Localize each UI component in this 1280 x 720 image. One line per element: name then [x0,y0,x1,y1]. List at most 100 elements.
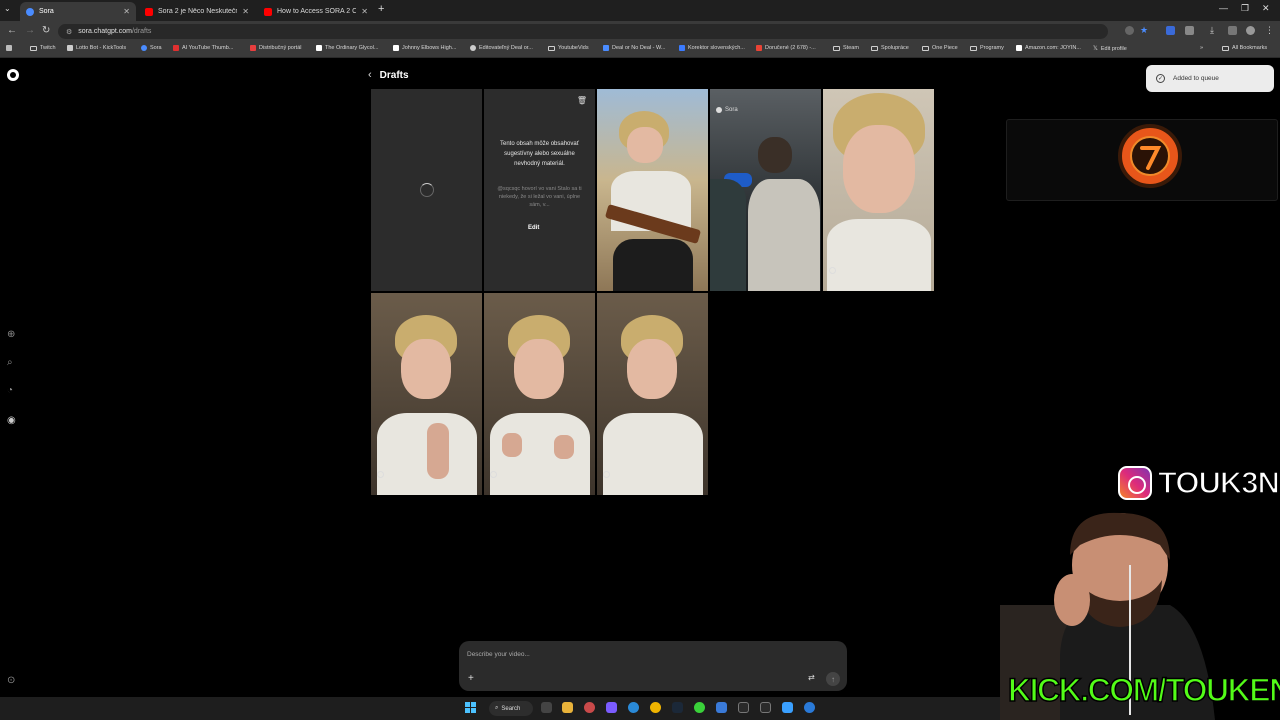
bookmark-twitch[interactable]: Twitch [30,45,56,51]
steam-icon[interactable] [672,702,683,713]
close-tab-icon[interactable]: ✕ [123,7,130,16]
profile-avatar-icon[interactable] [1246,26,1255,35]
check-icon [679,45,685,51]
check-circle-icon: ✓ [1156,74,1165,83]
sora-tab-icon [26,7,34,16]
create-icon[interactable]: ⊕ [7,329,15,340]
apps-grid-icon[interactable] [6,45,12,51]
app-icon[interactable] [738,702,749,713]
bookmark-ordinary[interactable]: The Ordinary Glycol... [316,45,379,51]
search-icon[interactable]: ⌕ [7,357,13,368]
portal-icon [250,45,256,51]
tab-search-icon[interactable]: ⌄ [4,4,11,13]
more-menu-icon[interactable]: ⋮ [1265,25,1274,36]
drafts-header: ‹ Drafts [368,69,409,81]
forward-icon[interactable]: → [25,25,35,36]
folder-icon [970,45,977,51]
folder-icon [871,45,878,51]
close-window-icon[interactable]: ✕ [1262,3,1270,14]
draft-tile-rifle[interactable] [597,89,708,291]
x-icon: 𝕏 [1093,46,1098,52]
bookmark-edit-profile[interactable]: 𝕏 Edit profile [1093,45,1127,53]
kick-url-overlay: KICK.COM/TOUKEN [1007,671,1280,709]
discord-icon[interactable] [606,702,617,713]
describe-video-input[interactable] [467,651,827,658]
instagram-icon [1118,466,1152,500]
bookmark-steam[interactable]: Steam [833,45,859,51]
bookmark-korektor[interactable]: Korektor slovenských... [679,45,745,51]
task-view-icon[interactable] [541,702,552,713]
new-tab-icon[interactable]: + [378,3,384,15]
eye-off-icon[interactable] [1125,26,1134,35]
send-icon[interactable]: ↑ [826,672,840,686]
draft-tile-talking[interactable] [597,293,708,495]
bookmark-deal-or-no-deal[interactable]: Deal or No Deal - W... [603,45,666,51]
bookmark-distribucny[interactable]: Distribučný portál [250,45,302,51]
doc-icon [603,45,609,51]
minimize-icon[interactable]: — [1219,3,1228,13]
bookmark-star-icon[interactable]: ★ [1140,25,1148,36]
folder-icon [548,45,555,51]
trash-icon[interactable]: 🗑 [577,96,587,105]
extensions-puzzle-icon[interactable] [1185,26,1194,35]
bookmark-deal-editable[interactable]: Editovateľný Deal or... [470,45,533,51]
chrome-icon[interactable] [650,702,661,713]
extension-icon[interactable] [1166,26,1175,35]
sora-logo-icon[interactable] [7,69,19,81]
draft-tile-flagged[interactable]: 🗑 Tento obsah môže obsahovať sugestívny … [484,89,595,291]
page-title: Drafts [379,69,409,81]
bookmark-youtubevids[interactable]: YoutubeVids [548,45,589,51]
settings-sliders-icon[interactable]: ⇄ [808,673,815,682]
address-bar[interactable]: ⚙ sora.chatgpt.com/drafts [58,24,1108,39]
bookmark-programy[interactable]: Programy [970,45,1004,51]
taskbar-search[interactable]: ⌕ Search [489,701,533,716]
app-icon[interactable] [760,702,771,713]
bookmark-lotto-bot[interactable]: Lotto Bot - KickTools [67,45,126,51]
download-icon[interactable]: ⤓ [1210,25,1214,36]
app-icon[interactable] [716,702,727,713]
windows-start-icon[interactable] [465,702,477,714]
add-media-icon[interactable]: + [468,673,474,684]
bookmark-ai-youtube[interactable]: AI YouTube Thumb... [173,45,233,51]
app-icon[interactable] [584,702,595,713]
draft-tile-pointing[interactable] [371,293,482,495]
sidepanel-icon[interactable] [1228,26,1237,35]
bookmark-amazon[interactable]: Amazon.com: JOYIN... [1016,45,1081,51]
app-icon[interactable] [782,702,793,713]
site-info-icon[interactable]: ⚙ [66,28,72,36]
bookmarks-overflow-icon[interactable]: » [1200,45,1203,51]
ai-icon [173,45,179,51]
obs-icon[interactable] [694,702,705,713]
draft-tile-closeup[interactable] [823,89,934,291]
back-icon[interactable]: ← [7,25,17,36]
folder-icon [833,45,840,51]
draft-tile-generating[interactable] [371,89,482,291]
file-explorer-icon[interactable] [562,702,573,713]
reload-icon[interactable]: ↻ [42,25,50,36]
sora-icon [716,107,722,113]
edit-button[interactable]: Edit [528,225,539,231]
all-bookmarks[interactable]: All Bookmarks [1222,45,1267,51]
bookmark-one-piece[interactable]: One Piece [922,45,958,51]
profile-icon[interactable]: ◉ [7,415,16,426]
sora-watermark: Sora [716,107,738,113]
tab-sora[interactable]: Sora ✕ [20,2,136,21]
bookmark-gmail[interactable]: Doručené (2 678) -... [756,45,816,51]
edge-icon[interactable] [628,702,639,713]
back-icon[interactable]: ‹ [368,69,372,81]
restore-icon[interactable]: ❐ [1241,3,1249,14]
app-icon[interactable] [804,702,815,713]
bookmark-spoluprace[interactable]: Spolupráce [871,45,909,51]
notifications-icon[interactable]: ◔ [7,385,13,396]
browser-tab-bar: ⌄ Sora ✕ Sora 2 je Něco Neskutečnýho... … [0,0,1280,21]
tab-sora-2-video[interactable]: Sora 2 je Něco Neskutečnýho... ✕ [139,2,255,21]
content-warning: Tento obsah môže obsahovať sugestívny al… [500,141,579,167]
draft-tile-angry[interactable] [484,293,595,495]
settings-icon[interactable]: ⊙ [7,675,15,686]
bookmark-sora[interactable]: Sora [141,45,162,51]
tab-how-to-access[interactable]: How to Access SORA 2 Cameo ✕ [258,2,374,21]
close-tab-icon[interactable]: ✕ [361,7,368,16]
bookmark-johnny-elbows[interactable]: Johnny Elbows High... [393,45,456,51]
draft-tile-garage[interactable]: Sora [710,89,821,291]
close-tab-icon[interactable]: ✕ [242,7,249,16]
